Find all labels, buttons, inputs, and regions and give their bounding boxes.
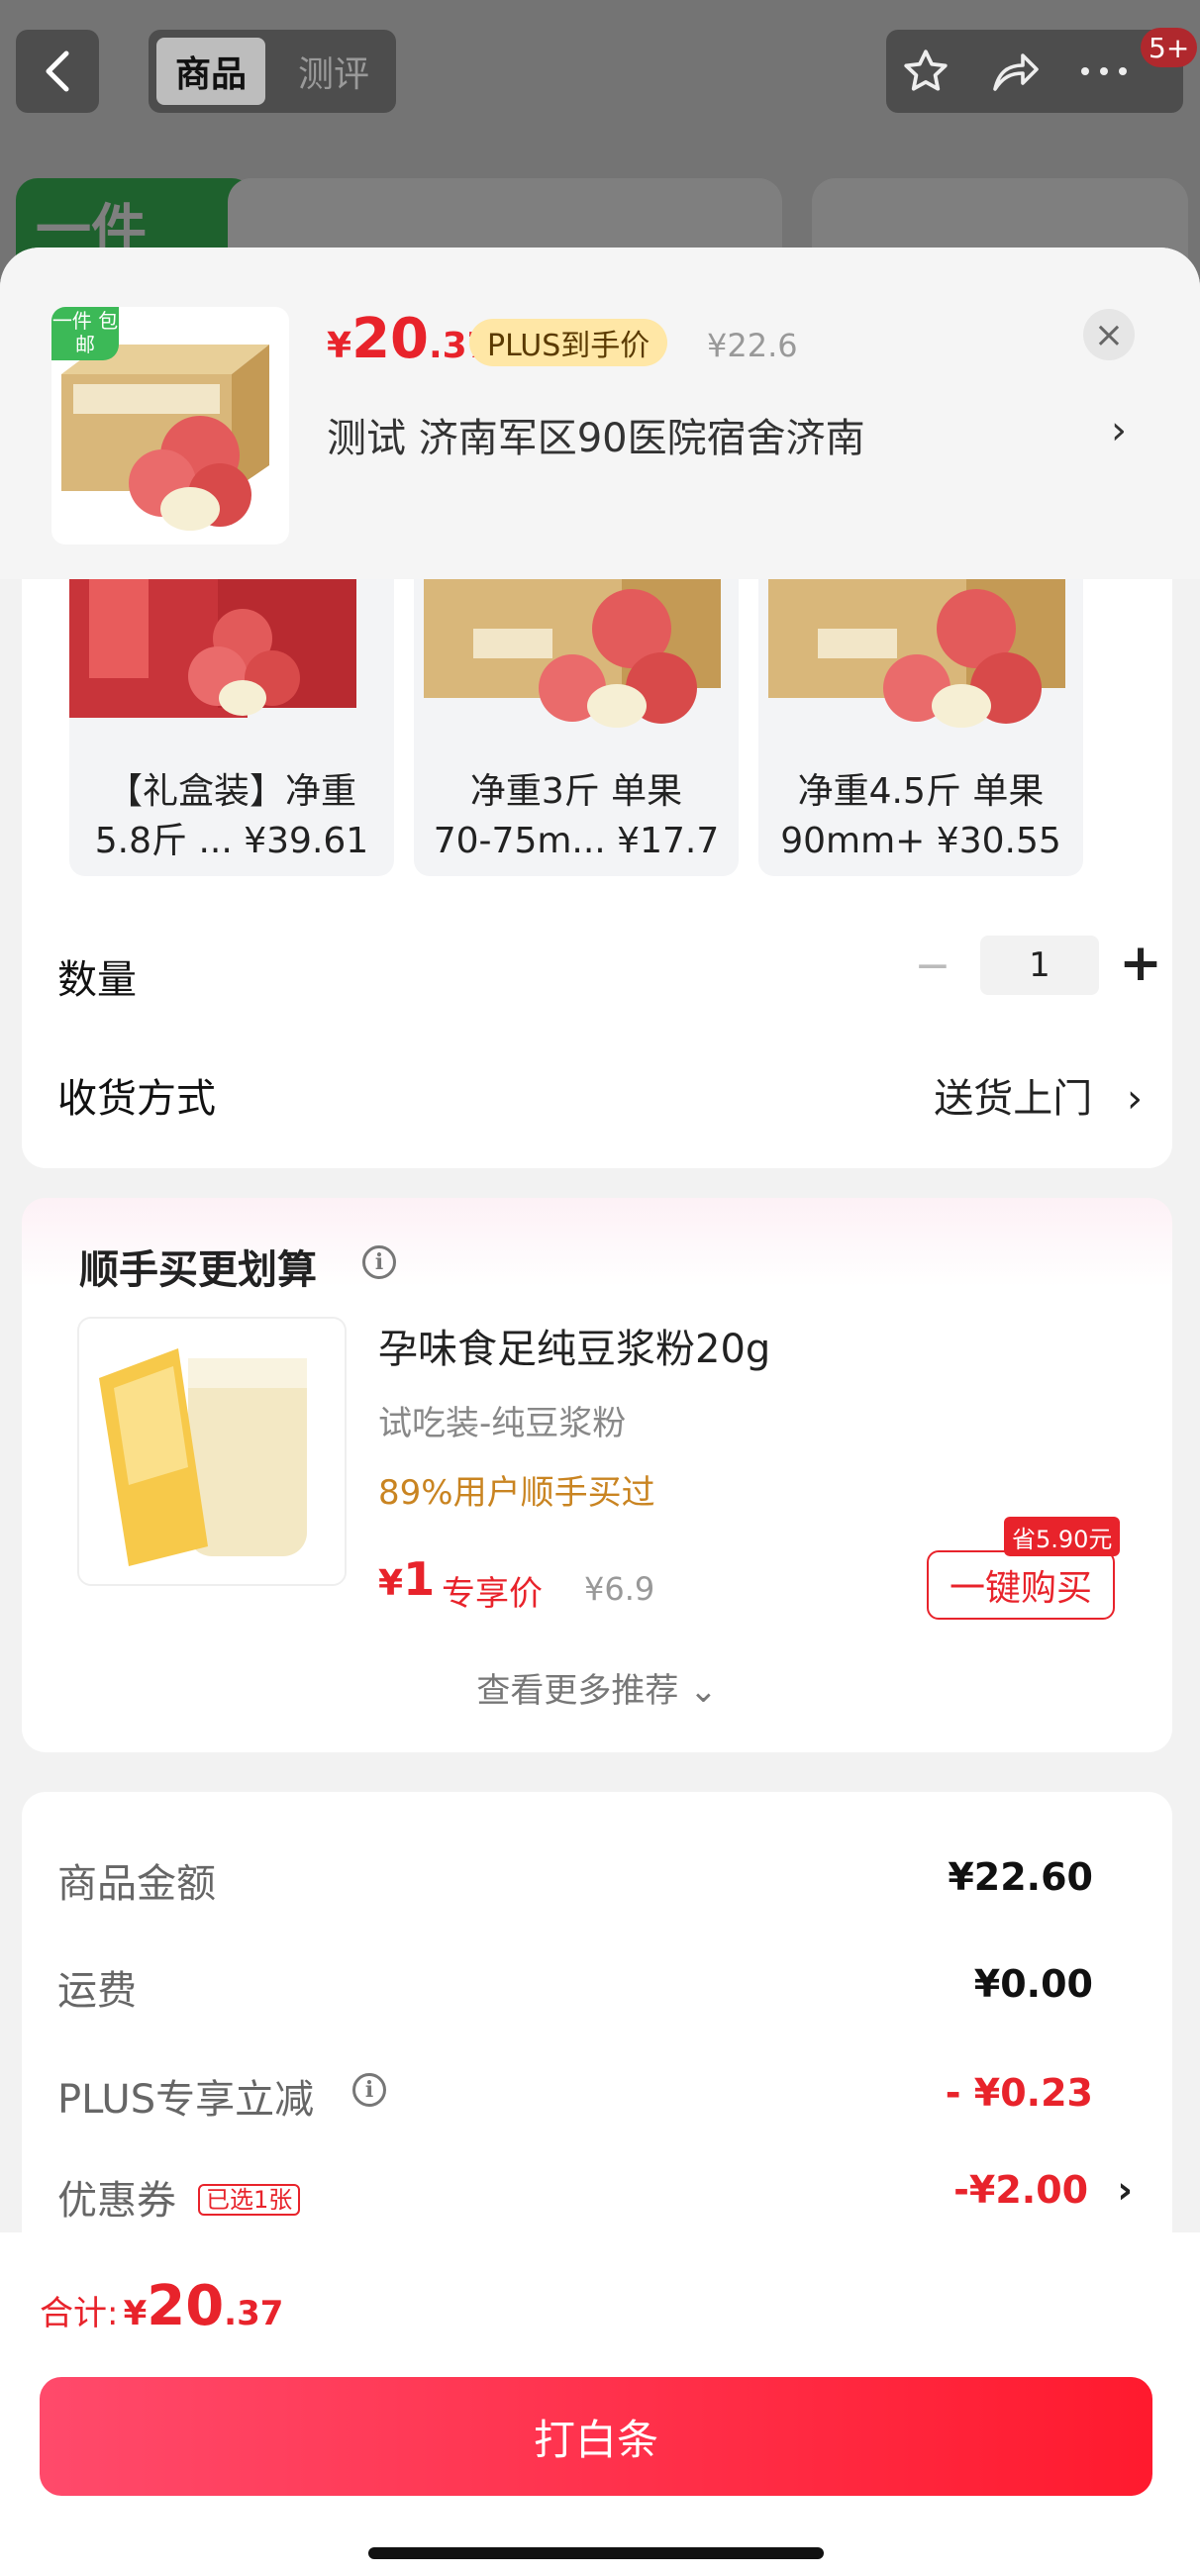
chevron-right-icon: › <box>1117 2168 1133 2212</box>
coupon-selector[interactable]: -¥2.00 › <box>953 2168 1133 2212</box>
delivery-address[interactable]: 测试 济南军区90医院宿舍济南 <box>327 406 865 463</box>
goods-amount-value: ¥22.60 <box>948 1855 1093 1899</box>
delivery-method-selector[interactable]: 送货上门 › <box>934 1066 1143 1124</box>
checkout-footer: 合计: ¥20.37 打白条 <box>0 2232 1200 2576</box>
quantity-label: 数量 <box>57 957 137 1003</box>
chevron-right-icon[interactable]: › <box>1111 408 1127 453</box>
recommended-price: ¥1 <box>378 1552 436 1606</box>
recommended-original-price: ¥6.9 <box>584 1570 655 1608</box>
product-thumbnail: 一件 包邮 <box>51 307 289 545</box>
delivery-method-label: 收货方式 <box>57 1076 216 1122</box>
coupon-value: -¥2.00 <box>953 2168 1089 2212</box>
recommendation-title: 顺手买更划算 <box>79 1247 317 1293</box>
info-icon[interactable]: i <box>362 1245 396 1279</box>
variant-option[interactable]: 净重4.5斤 单果 90mm+ ¥30.55 <box>758 579 1083 876</box>
variant-option[interactable]: 净重3斤 单果 70-75m... ¥17.7 <box>414 579 739 876</box>
home-indicator[interactable] <box>368 2547 824 2559</box>
purchase-sheet: 一件 包邮 ¥20.37 PLUS到手价 ¥22.6 × 测试 济南军区90医院… <box>0 248 1200 2576</box>
quantity-input[interactable]: 1 <box>980 936 1099 995</box>
more-icon <box>1081 67 1127 75</box>
share-icon <box>993 53 1039 91</box>
product-price: ¥20.37 <box>327 307 492 371</box>
soy-milk-image <box>79 1319 345 1584</box>
variant-label: 【礼盒装】净重 5.8斤 ... ¥39.61 <box>94 771 369 861</box>
price-summary-card: 商品金额 ¥22.60 运费 ¥0.00 PLUS专享立减 i - ¥0.23 … <box>22 1792 1172 2287</box>
info-icon[interactable]: i <box>352 2073 386 2107</box>
back-button[interactable] <box>16 30 99 113</box>
original-price: ¥22.6 <box>707 327 798 364</box>
recommended-product-spec: 试吃装-纯豆浆粉 <box>378 1404 627 1443</box>
coupon-label: 优惠券 <box>57 2178 176 2224</box>
tab-product[interactable]: 商品 <box>156 38 265 105</box>
chevron-left-icon <box>46 50 69 92</box>
tab-review[interactable]: 测评 <box>279 38 388 105</box>
order-total: 合计: ¥20.37 <box>40 2274 284 2338</box>
variant-option[interactable]: 【礼盒装】净重 5.8斤 ... ¥39.61 <box>69 579 394 876</box>
message-badge: 5+ <box>1141 28 1198 67</box>
coupon-selected-tag: 已选1张 <box>198 2180 301 2216</box>
bought-together-rate: 89%用户顺手买过 <box>378 1473 655 1513</box>
plus-discount-label: PLUS专享立减 <box>57 2077 315 2123</box>
star-icon <box>904 50 948 91</box>
pay-button[interactable]: 打白条 <box>40 2377 1152 2496</box>
close-icon: × <box>1093 314 1125 355</box>
more-button[interactable] <box>1074 42 1134 101</box>
gift-box-image <box>69 579 356 718</box>
quantity-increase-button[interactable]: + <box>1111 934 1170 993</box>
shipping-label: 运费 <box>57 1968 137 2014</box>
shipping-value: ¥0.00 <box>973 1962 1093 2006</box>
recommendation-card: 顺手买更划算 i 孕味食足纯豆浆粉20g 试吃装-纯豆浆粉 89%用户顺手买过 … <box>22 1198 1172 1752</box>
quantity-decrease-button[interactable]: − <box>903 936 962 995</box>
variant-label: 净重4.5斤 单果 90mm+ ¥30.55 <box>780 771 1061 861</box>
chevron-right-icon: › <box>1127 1076 1143 1122</box>
close-button[interactable]: × <box>1083 309 1135 360</box>
apple-box-image <box>768 579 1065 728</box>
variant-label: 净重3斤 单果 70-75m... ¥17.7 <box>433 771 720 861</box>
more-recommendations-link[interactable]: 查看更多推荐 ⌄ <box>22 1663 1172 1712</box>
goods-amount-label: 商品金额 <box>57 1861 216 1907</box>
one-click-buy-button[interactable]: 一键购买 <box>927 1550 1115 1620</box>
recommended-product-name[interactable]: 孕味食足纯豆浆粉20g <box>378 1317 770 1374</box>
recommended-product-image[interactable] <box>77 1317 347 1586</box>
free-shipping-tag: 一件 包邮 <box>51 307 119 360</box>
share-button[interactable] <box>985 42 1045 101</box>
apple-box-image <box>424 579 721 728</box>
savings-badge: 省5.90元 <box>1004 1517 1121 1556</box>
plus-discount-value: - ¥0.23 <box>945 2071 1093 2115</box>
exclusive-price-label: 专享价 <box>442 1574 543 1614</box>
plus-price-tag: PLUS到手价 <box>469 319 668 366</box>
favorite-button[interactable] <box>896 42 955 101</box>
delivery-method-value: 送货上门 <box>934 1076 1093 1122</box>
options-card: 【礼盒装】净重 5.8斤 ... ¥39.61 净重3斤 单果 70-75m..… <box>22 579 1172 1168</box>
